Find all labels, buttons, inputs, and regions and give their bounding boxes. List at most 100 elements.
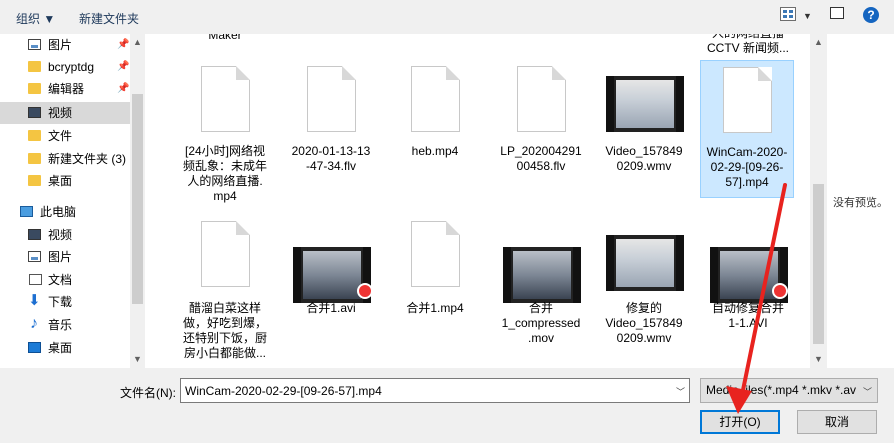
document-icon (29, 274, 42, 285)
pin-icon: 📌 (117, 61, 130, 72)
folder-icon (28, 61, 41, 72)
video-icon (28, 107, 41, 118)
document-icon (723, 67, 772, 133)
filter-chevron-down-icon[interactable]: ﹀ (863, 385, 872, 398)
organize-menu-button[interactable]: 组织 ▼ (16, 10, 55, 27)
file-name: 醋溜白菜这样 做，好吃到爆， 还特别下饭，厨 房小白都能做... (182, 301, 267, 360)
scroll-down-arrow-icon[interactable]: ▼ (814, 354, 823, 364)
file-name-partial: 人的网络直播 CCTV 新闻频... (706, 34, 789, 55)
document-icon (411, 66, 460, 132)
cancel-button[interactable]: 取消 (797, 410, 877, 434)
nav-item-label: 桌面 (48, 174, 73, 188)
file-item[interactable]: 合并1.avi (285, 221, 377, 341)
folder-icon (28, 175, 41, 186)
file-list-scrollbar[interactable]: ▲ ▼ (810, 34, 827, 368)
view-options-chevron-down-icon[interactable]: ▼ (803, 11, 812, 21)
nav-item-label: 编辑器 (48, 82, 85, 96)
file-name: LP_202004291 00458.flv (500, 144, 582, 173)
file-item[interactable]: [24小时]网络视 频乱象：未成年 人的网络直播. mp4 (179, 64, 271, 214)
filename-label: 文件名(N): (120, 386, 176, 400)
file-name: WinCam-2020- 02-29-[09-26- 57].mp4 (706, 145, 788, 189)
file-item[interactable]: heb.mp4 (389, 64, 481, 184)
filename-history-chevron-down-icon[interactable]: ﹀ (676, 385, 685, 398)
computer-icon (20, 206, 33, 217)
video-thumbnail (606, 76, 684, 132)
file-type-filter-select[interactable]: Media files(*.mp4 *.mkv *.av (700, 378, 878, 403)
file-name: 合并1.avi (306, 301, 356, 315)
file-item[interactable]: 2020-01-13-13 -47-34.flv (285, 64, 377, 184)
pin-icon: 📌 (117, 83, 130, 94)
document-icon (517, 66, 566, 132)
file-item[interactable]: Video_157849 0209.wmv (598, 64, 690, 184)
scroll-up-arrow-icon[interactable]: ▲ (133, 37, 142, 47)
desktop-icon (28, 342, 41, 353)
open-button[interactable]: 打开(O) (700, 410, 780, 434)
nav-scrollbar[interactable]: ▲ ▼ (130, 34, 145, 368)
file-item[interactable]: 自动修复合并 1-1.AVI (702, 221, 794, 341)
help-icon[interactable]: ? (863, 7, 879, 23)
nav-item-label: 新建文件夹 (3) (48, 152, 127, 166)
file-list-scrollbar-thumb[interactable] (813, 184, 824, 344)
nav-item-this-pc[interactable]: 此电脑 (0, 201, 130, 223)
nav-item-videos[interactable]: 视频 (0, 102, 130, 124)
nav-item-files[interactable]: 文件 (0, 125, 130, 147)
file-item-selected[interactable]: WinCam-2020- 02-29-[09-26- 57].mp4 (700, 60, 794, 198)
file-item[interactable]: 修复的 Video_157849 0209.wmv (598, 221, 690, 356)
nav-item-label: 音乐 (48, 318, 73, 332)
video-thumbnail (503, 247, 581, 303)
file-name: Video_157849 0209.wmv (605, 144, 683, 173)
document-icon (201, 66, 250, 132)
filename-input[interactable] (180, 378, 690, 403)
toolbar: 组织 ▼ 新建文件夹 ▼ ? (0, 0, 894, 34)
picture-icon (28, 251, 41, 262)
nav-item-editor[interactable]: 编辑器 📌 (0, 78, 130, 100)
nav-item-label: 图片 (48, 38, 73, 52)
nav-item-label: 桌面 (48, 341, 73, 355)
nav-item-bcryptdg[interactable]: bcryptdg 📌 (0, 56, 130, 78)
nav-item-label: 视频 (48, 228, 73, 242)
scroll-down-arrow-icon[interactable]: ▼ (133, 354, 142, 364)
file-name: heb.mp4 (411, 144, 459, 158)
media-player-badge-icon (357, 283, 373, 299)
file-name: 2020-01-13-13 -47-34.flv (291, 144, 371, 173)
document-icon (307, 66, 356, 132)
file-item[interactable]: LP_202004291 00458.flv (495, 64, 587, 184)
file-name: 合并1.mp4 (406, 301, 464, 315)
download-icon (28, 290, 41, 312)
nav-item-pc-pictures[interactable]: 图片 (0, 246, 130, 268)
video-thumbnail (606, 235, 684, 291)
nav-item-pc-desktop[interactable]: 桌面 (0, 337, 130, 359)
nav-item-label: bcryptdg (48, 60, 95, 74)
nav-item-label: 图片 (48, 250, 73, 264)
no-preview-text: 没有预览。 (833, 197, 888, 209)
document-icon (411, 221, 460, 287)
picture-icon (28, 39, 41, 50)
nav-item-label: 此电脑 (40, 205, 77, 219)
file-name: 自动修复合并 1-1.AVI (711, 301, 784, 330)
file-item[interactable]: 合并 1_compressed .mov (495, 221, 587, 356)
nav-item-documents[interactable]: 文档 (0, 269, 130, 291)
nav-item-downloads[interactable]: 下载 (0, 290, 130, 313)
nav-item-music[interactable]: 音乐 (0, 313, 130, 336)
folder-icon (28, 130, 41, 141)
nav-item-label: 文件 (48, 129, 73, 143)
nav-item-pictures[interactable]: 图片 📌 (0, 34, 130, 56)
nav-item-new-folder-3[interactable]: 新建文件夹 (3) (0, 148, 130, 170)
file-item[interactable]: 醋溜白菜这样 做，好吃到爆， 还特别下饭，厨 房小白都能做... (179, 221, 271, 366)
nav-item-desktop-folder[interactable]: 桌面 (0, 170, 130, 192)
nav-scrollbar-thumb[interactable] (132, 94, 143, 304)
new-folder-button[interactable]: 新建文件夹 (79, 10, 139, 27)
file-name-partial: Maker (208, 34, 242, 42)
change-view-icon[interactable] (780, 7, 796, 21)
file-name: 修复的 Video_157849 0209.wmv (605, 301, 683, 345)
preview-pane-icon[interactable] (830, 7, 844, 19)
nav-item-label: 视频 (48, 106, 73, 120)
scroll-up-arrow-icon[interactable]: ▲ (814, 37, 823, 47)
video-icon (28, 229, 41, 240)
file-item[interactable]: 合并1.mp4 (389, 221, 481, 341)
nav-item-label: 下载 (48, 295, 73, 309)
nav-item-label: 文档 (48, 273, 73, 287)
folder-icon (28, 83, 41, 94)
media-player-badge-icon (772, 283, 788, 299)
nav-item-pc-videos[interactable]: 视频 (0, 224, 130, 246)
